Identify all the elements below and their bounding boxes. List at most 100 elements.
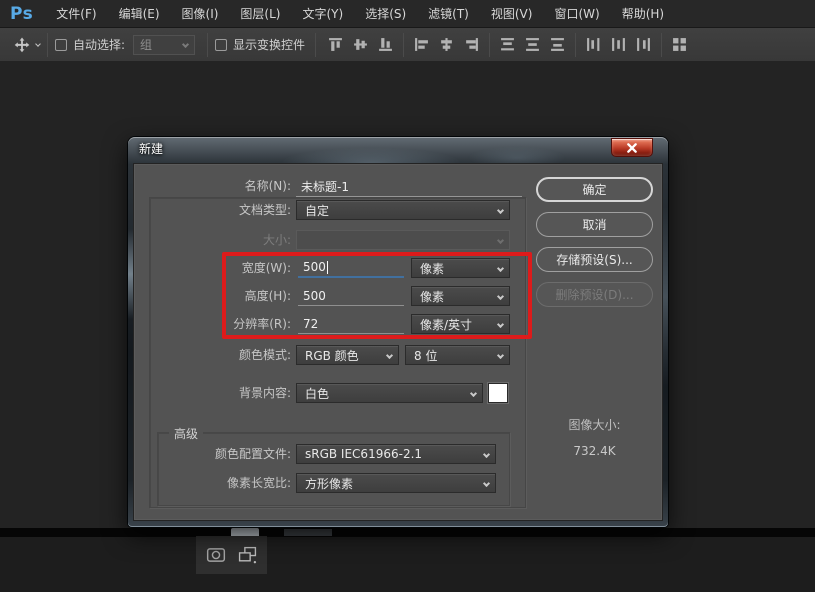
- menu-item[interactable]: 编辑(E): [108, 0, 171, 28]
- separator: [403, 33, 404, 57]
- close-button[interactable]: [611, 138, 653, 157]
- menu-item[interactable]: 文字(Y): [291, 0, 354, 28]
- delete-preset-button: 删除预设(D)...: [536, 282, 653, 307]
- ok-button[interactable]: 确定: [536, 177, 653, 202]
- distribute-horizontal-centers-icon[interactable]: [610, 36, 627, 53]
- width-value: 500: [303, 260, 326, 274]
- menu-bar: Ps 文件(F)编辑(E)图像(I)图层(L)文字(Y)选择(S)滤镜(T)视图…: [0, 0, 815, 28]
- show-transform-checkbox[interactable]: [215, 39, 227, 51]
- color-mode-dropdown[interactable]: RGB 颜色: [296, 345, 399, 365]
- name-value: 未标题-1: [301, 178, 349, 195]
- background-contents-label: 背景内容:: [134, 383, 291, 403]
- dialog-title: 新建: [139, 137, 163, 162]
- distribute-top-edges-icon[interactable]: [499, 36, 516, 53]
- menu-item[interactable]: 滤镜(T): [417, 0, 480, 28]
- align-vertical-centers-icon[interactable]: [352, 36, 369, 53]
- menu-item[interactable]: 帮助(H): [611, 0, 675, 28]
- color-mode-value: RGB 颜色: [305, 347, 359, 364]
- background-band: [0, 528, 815, 537]
- window-fragment: [284, 529, 332, 536]
- chevron-down-icon: [497, 206, 504, 213]
- move-tool-icon[interactable]: [13, 36, 31, 54]
- bit-depth-value: 8 位: [414, 347, 437, 364]
- name-input[interactable]: 未标题-1: [296, 176, 522, 197]
- width-input[interactable]: 500: [298, 258, 404, 278]
- resolution-unit-dropdown[interactable]: 像素/英寸: [411, 314, 510, 334]
- doc-type-value: 自定: [305, 202, 329, 219]
- dialog-titlebar[interactable]: 新建: [128, 137, 668, 163]
- color-profile-value: sRGB IEC61966-2.1: [305, 447, 422, 461]
- image-size-value: 732.4K: [536, 444, 653, 458]
- color-profile-label: 颜色配置文件:: [134, 444, 291, 464]
- chevron-down-icon: [497, 320, 504, 327]
- align-horizontal-centers-icon[interactable]: [438, 36, 455, 53]
- separator: [207, 33, 208, 57]
- distribute-bottom-edges-icon[interactable]: [549, 36, 566, 53]
- cancel-button[interactable]: 取消: [536, 212, 653, 237]
- resolution-label: 分辨率(R):: [134, 314, 291, 334]
- chevron-down-icon: [386, 351, 393, 358]
- size-label: 大小:: [134, 230, 291, 250]
- name-label: 名称(N):: [134, 176, 291, 196]
- align-bottom-edges-icon[interactable]: [377, 36, 394, 53]
- background-color-swatch[interactable]: [488, 383, 508, 403]
- color-profile-dropdown[interactable]: sRGB IEC61966-2.1: [296, 444, 496, 464]
- width-unit-dropdown[interactable]: 像素: [411, 258, 510, 278]
- menu-item[interactable]: 窗口(W): [543, 0, 610, 28]
- separator: [47, 33, 48, 57]
- image-size-label: 图像大小:: [536, 416, 653, 433]
- auto-align-layers-icon[interactable]: [671, 36, 688, 53]
- bit-depth-dropdown[interactable]: 8 位: [405, 345, 510, 365]
- chevron-down-icon: [483, 450, 490, 457]
- resolution-value: 72: [303, 317, 318, 331]
- height-value: 500: [303, 289, 326, 303]
- menu-item[interactable]: 选择(S): [354, 0, 417, 28]
- photoshop-window: Ps 文件(F)编辑(E)图像(I)图层(L)文字(Y)选择(S)滤镜(T)视图…: [0, 0, 815, 592]
- menu-item[interactable]: 图像(I): [171, 0, 230, 28]
- camera-icon[interactable]: [206, 545, 226, 565]
- group-select-value: 组: [140, 36, 152, 53]
- chevron-down-icon: [182, 41, 189, 48]
- auto-select-label: 自动选择:: [73, 36, 125, 53]
- height-input[interactable]: 500: [298, 286, 404, 306]
- chevron-down-icon: [497, 264, 504, 271]
- separator: [661, 33, 662, 57]
- pixel-aspect-dropdown[interactable]: 方形像素: [296, 473, 496, 493]
- menu-item[interactable]: 图层(L): [229, 0, 291, 28]
- text-caret: [327, 261, 328, 274]
- chevron-down-icon: [497, 351, 504, 358]
- doc-type-dropdown[interactable]: 自定: [296, 200, 510, 220]
- menu-item[interactable]: 视图(V): [480, 0, 544, 28]
- align-right-edges-icon[interactable]: [463, 36, 480, 53]
- show-transform-label: 显示变换控件: [233, 36, 305, 53]
- width-unit-value: 像素: [420, 260, 444, 277]
- distribute-right-edges-icon[interactable]: [635, 36, 652, 53]
- background-contents-dropdown[interactable]: 白色: [296, 383, 483, 403]
- menu-items: 文件(F)编辑(E)图像(I)图层(L)文字(Y)选择(S)滤镜(T)视图(V)…: [45, 0, 675, 28]
- resolution-unit-value: 像素/英寸: [420, 316, 472, 333]
- doc-type-label: 文档类型:: [134, 200, 291, 220]
- separator: [315, 33, 316, 57]
- group-select-dropdown[interactable]: 组: [133, 35, 195, 55]
- options-bar: 自动选择: 组 显示变换控件: [0, 28, 815, 62]
- overlap-windows-icon[interactable]: [237, 545, 257, 565]
- resolution-input[interactable]: 72: [298, 314, 404, 334]
- dialog-body: 名称(N): 未标题-1 文档类型: 自定 大小: 宽度(W): 500: [133, 163, 663, 521]
- save-preset-button[interactable]: 存储预设(S)...: [536, 247, 653, 272]
- size-dropdown: [296, 230, 510, 250]
- chevron-down-icon: [497, 236, 504, 243]
- chevron-down-icon: [497, 292, 504, 299]
- distribute-left-edges-icon[interactable]: [585, 36, 602, 53]
- color-mode-label: 颜色模式:: [134, 345, 291, 365]
- close-icon: [627, 143, 637, 153]
- align-top-edges-icon[interactable]: [327, 36, 344, 53]
- chevron-down-icon[interactable]: [35, 41, 41, 47]
- align-left-edges-icon[interactable]: [413, 36, 430, 53]
- menu-item[interactable]: 文件(F): [45, 0, 107, 28]
- chevron-down-icon: [483, 479, 490, 486]
- height-unit-dropdown[interactable]: 像素: [411, 286, 510, 306]
- auto-select-checkbox[interactable]: [55, 39, 67, 51]
- background-contents-value: 白色: [305, 385, 329, 402]
- distribute-vertical-centers-icon[interactable]: [524, 36, 541, 53]
- window-fragment: [231, 528, 259, 536]
